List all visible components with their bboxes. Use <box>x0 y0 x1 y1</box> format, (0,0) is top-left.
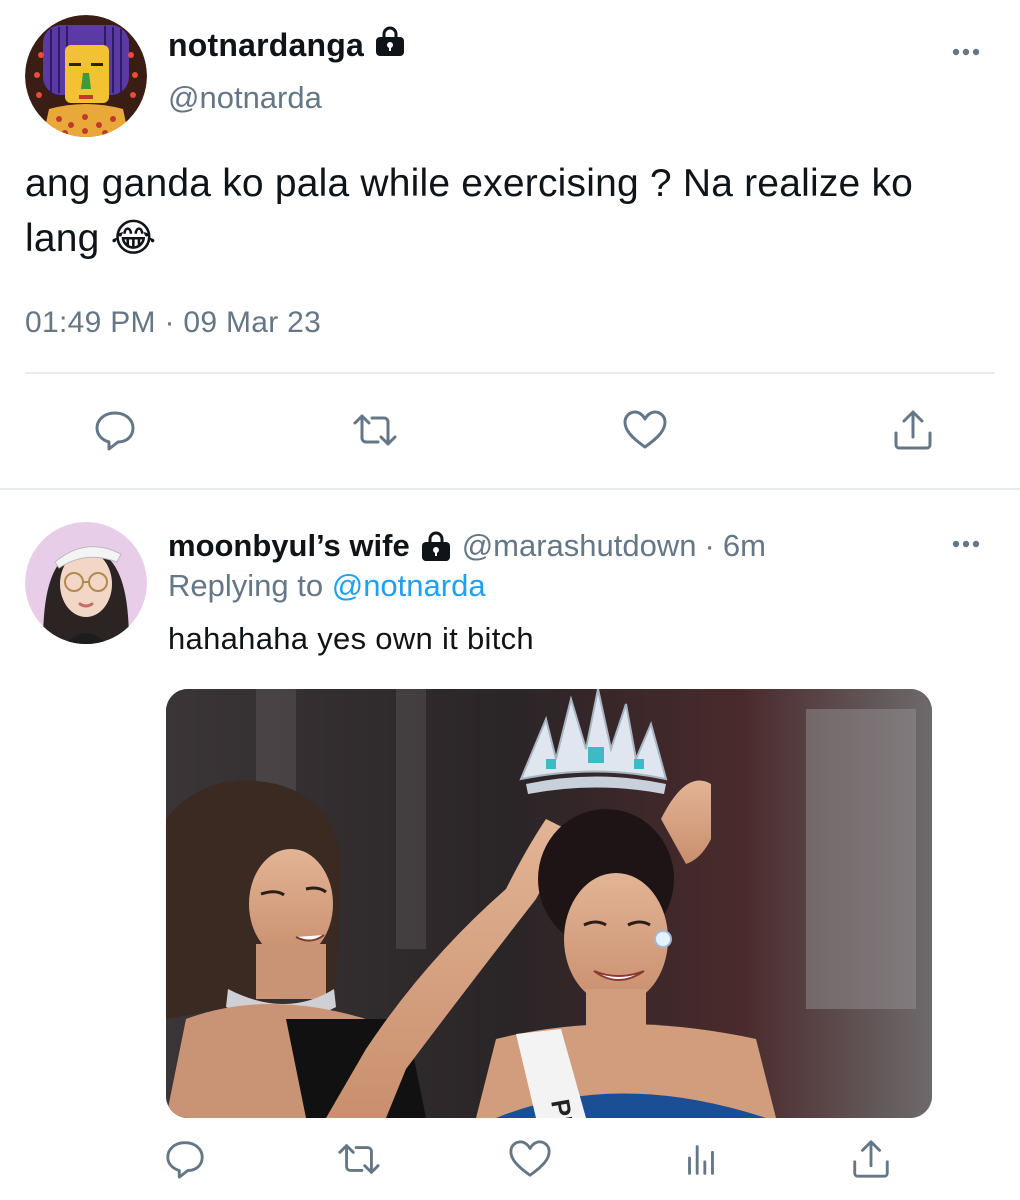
replying-label: Replying to <box>168 568 324 603</box>
replying-to: Replying to @notnarda <box>168 568 486 604</box>
reply-icon[interactable] <box>160 1134 210 1184</box>
retweet-icon[interactable] <box>350 405 400 455</box>
display-name-row[interactable]: notnardanga <box>168 26 406 64</box>
handle[interactable]: @notnarda <box>168 80 322 116</box>
separator-dot: · <box>704 528 715 563</box>
relative-time[interactable]: 6m <box>723 528 766 564</box>
share-icon[interactable] <box>888 405 938 455</box>
coronation-photo: PHI <box>166 689 932 1118</box>
tweet-text: ang ganda ko pala while exercising ? Na … <box>25 162 914 260</box>
media-image[interactable]: PHI <box>166 689 932 1118</box>
divider <box>25 372 995 374</box>
tweet-separator <box>0 488 1020 490</box>
reply-icon[interactable] <box>90 405 140 455</box>
reply-header: moonbyul’s wife @marashutdown · 6m <box>168 528 766 564</box>
tweet-text: hahahaha yes own it bitch <box>168 621 534 656</box>
more-options-icon[interactable] <box>946 36 986 66</box>
avatar-photo <box>25 522 147 644</box>
display-name[interactable]: moonbyul’s wife <box>168 528 410 564</box>
handle[interactable]: @marashutdown <box>462 528 697 564</box>
timestamp[interactable]: 01:49 PM · 09 Mar 23 <box>25 306 321 340</box>
display-name[interactable]: notnardanga <box>168 27 364 64</box>
like-icon[interactable] <box>620 405 670 455</box>
avatar[interactable] <box>25 15 147 137</box>
like-icon[interactable] <box>505 1134 555 1184</box>
avatar[interactable] <box>25 522 147 644</box>
more-options-icon[interactable] <box>946 528 986 558</box>
analytics-icon[interactable] <box>676 1134 726 1184</box>
mention-link[interactable]: @notnarda <box>332 568 486 603</box>
share-icon[interactable] <box>846 1134 896 1184</box>
main-tweet: notnardanga @notnarda ang ganda ko pala … <box>0 0 1020 488</box>
lock-icon <box>420 531 452 561</box>
avatar-illustration <box>25 15 147 137</box>
lock-icon <box>374 26 406 64</box>
retweet-icon[interactable] <box>334 1134 384 1184</box>
